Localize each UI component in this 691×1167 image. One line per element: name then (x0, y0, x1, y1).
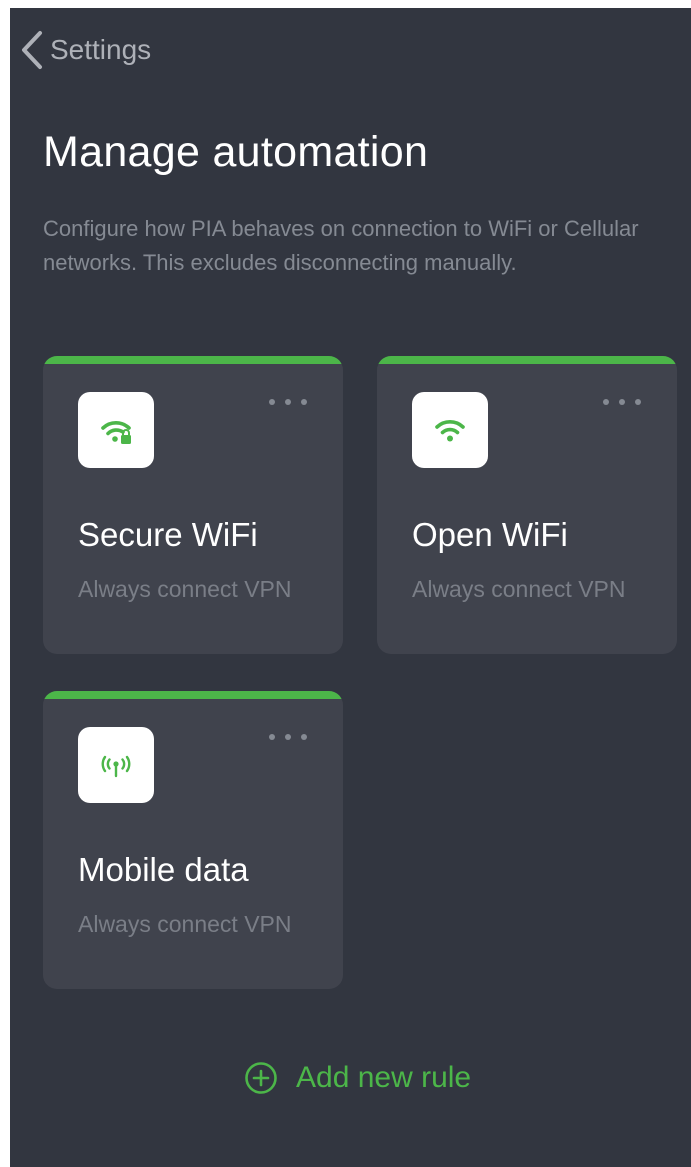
card-subtitle: Always connect VPN (78, 911, 292, 937)
rule-card-mobile-data[interactable]: Mobile data Always connect VPN (43, 691, 343, 989)
card-title: Secure WiFi (78, 516, 258, 553)
open-wifi-icon (412, 392, 488, 468)
mobile-data-icon (78, 727, 154, 803)
back-button[interactable]: Settings (20, 26, 151, 74)
page-description: Configure how PIA behaves on connection … (43, 216, 639, 275)
back-label: Settings (50, 34, 152, 65)
rule-card-open-wifi[interactable]: Open WiFi Always connect VPN (377, 356, 677, 654)
card-subtitle: Always connect VPN (78, 576, 292, 602)
page-title: Manage automation (43, 128, 429, 176)
more-options-icon[interactable] (269, 392, 307, 412)
automation-screen: Settings Manage automation Configure how… (10, 8, 691, 1167)
more-options-icon[interactable] (269, 727, 307, 747)
card-subtitle: Always connect VPN (412, 576, 626, 602)
add-new-rule-button[interactable]: Add new rule (244, 1056, 471, 1100)
more-options-icon[interactable] (603, 392, 641, 412)
card-title: Mobile data (78, 851, 249, 888)
secure-wifi-icon (78, 392, 154, 468)
add-new-rule-label: Add new rule (296, 1061, 472, 1094)
card-title: Open WiFi (412, 516, 568, 553)
plus-circle-icon (245, 1062, 277, 1094)
rule-card-secure-wifi[interactable]: Secure WiFi Always connect VPN (43, 356, 343, 654)
chevron-left-icon (22, 31, 42, 69)
